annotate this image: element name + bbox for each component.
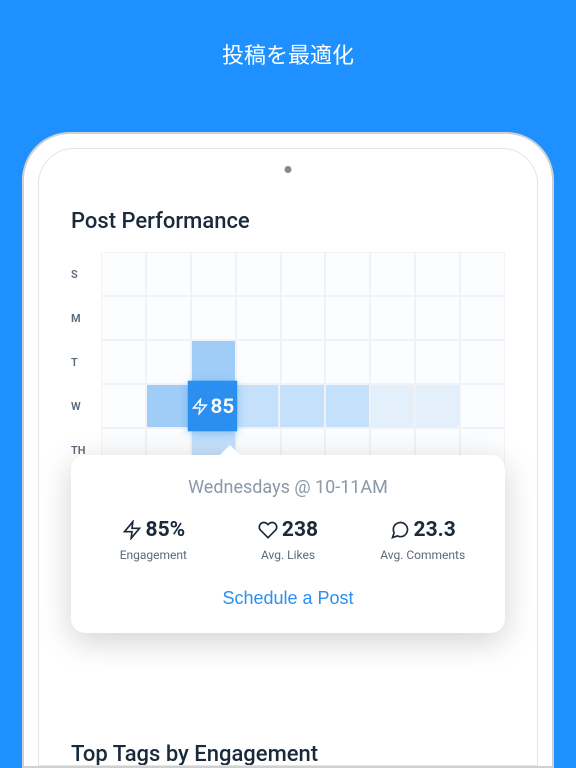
heatmap-cell[interactable] xyxy=(146,340,191,384)
likes-label: Avg. Likes xyxy=(226,548,351,562)
heatmap-cell[interactable] xyxy=(415,340,460,384)
heatmap-cell[interactable] xyxy=(234,384,279,428)
popup-arrow xyxy=(218,445,242,457)
detail-popup: Wednesdays @ 10-11AM 85% Engagement 238 xyxy=(71,455,505,633)
heatmap-row-w: W 85 xyxy=(71,384,505,428)
popup-time-label: Wednesdays @ 10-11AM xyxy=(91,477,485,498)
metric-likes: 238 Avg. Likes xyxy=(226,518,351,562)
day-label: W xyxy=(71,400,101,413)
comments-label: Avg. Comments xyxy=(360,548,485,562)
engagement-value: 85% xyxy=(146,518,186,542)
schedule-post-button[interactable]: Schedule a Post xyxy=(91,588,485,609)
heatmap-cell[interactable] xyxy=(370,296,415,340)
heatmap-cell[interactable] xyxy=(415,252,460,296)
heatmap-cell[interactable] xyxy=(101,252,146,296)
heatmap-row-t: T xyxy=(71,340,505,384)
heatmap-cell[interactable] xyxy=(370,340,415,384)
heatmap-cell[interactable] xyxy=(146,296,191,340)
tablet-frame: Post Performance S xyxy=(22,132,554,768)
section-title: Post Performance xyxy=(71,209,505,234)
heatmap-cell[interactable] xyxy=(415,296,460,340)
heatmap-cell[interactable] xyxy=(101,340,146,384)
camera-dot xyxy=(285,166,292,173)
heatmap-cell[interactable] xyxy=(236,252,281,296)
heatmap-cell[interactable] xyxy=(101,384,146,428)
heatmap-row-s: S xyxy=(71,252,505,296)
heatmap-cell[interactable] xyxy=(325,252,370,296)
metric-comments: 23.3 Avg. Comments xyxy=(360,518,485,562)
heatmap-cell[interactable] xyxy=(146,252,191,296)
heatmap-cell[interactable] xyxy=(460,340,505,384)
bolt-icon xyxy=(191,397,208,414)
heatmap-row-m: M xyxy=(71,296,505,340)
comments-value: 23.3 xyxy=(414,518,456,542)
engagement-label: Engagement xyxy=(91,548,216,562)
heatmap-cell[interactable] xyxy=(281,296,326,340)
heatmap-cell[interactable] xyxy=(191,340,236,384)
heatmap-cell[interactable] xyxy=(460,252,505,296)
heatmap-cell[interactable] xyxy=(279,384,324,428)
heart-icon xyxy=(258,520,278,540)
heatmap-cell[interactable] xyxy=(146,384,191,428)
selected-value: 85 xyxy=(211,394,235,418)
secondary-section-title: Top Tags by Engagement xyxy=(71,742,318,766)
heatmap-cell[interactable] xyxy=(191,252,236,296)
tablet-inner: Post Performance S xyxy=(38,148,538,766)
page-title: 投稿を最適化 xyxy=(0,0,576,108)
heatmap-cell[interactable] xyxy=(370,252,415,296)
day-label: S xyxy=(71,268,101,281)
heatmap-cell[interactable] xyxy=(415,384,460,428)
heatmap-cell-selected[interactable]: 85 xyxy=(188,381,238,432)
day-label: T xyxy=(71,356,101,369)
heatmap-cell[interactable] xyxy=(325,340,370,384)
heatmap-cell[interactable] xyxy=(191,296,236,340)
heatmap-cell[interactable] xyxy=(325,296,370,340)
day-label: M xyxy=(71,312,101,325)
heatmap-cell[interactable] xyxy=(236,296,281,340)
heatmap-cell[interactable] xyxy=(101,296,146,340)
heatmap-cell[interactable] xyxy=(460,296,505,340)
comment-icon xyxy=(390,520,410,540)
heatmap-cell[interactable] xyxy=(370,384,415,428)
likes-value: 238 xyxy=(282,518,318,542)
bolt-icon xyxy=(122,520,142,540)
heatmap: S M xyxy=(71,252,505,472)
heatmap-cell[interactable] xyxy=(460,384,505,428)
heatmap-cell[interactable] xyxy=(281,252,326,296)
heatmap-cell[interactable] xyxy=(281,340,326,384)
heatmap-cell[interactable] xyxy=(236,340,281,384)
heatmap-cell[interactable] xyxy=(325,384,370,428)
metric-engagement: 85% Engagement xyxy=(91,518,216,562)
screen: Post Performance S xyxy=(53,191,523,765)
